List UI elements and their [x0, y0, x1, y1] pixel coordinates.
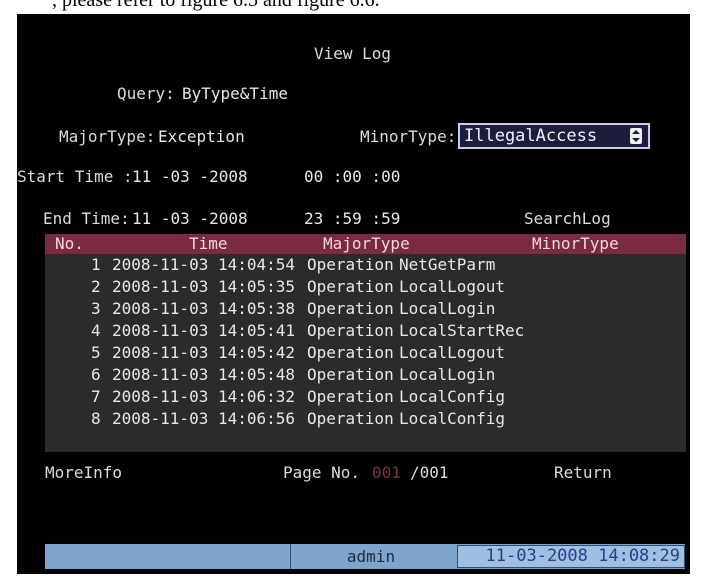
current-user: admin — [346, 547, 396, 566]
start-time-label: Start Time : — [17, 167, 133, 186]
return-button[interactable]: Return — [554, 463, 612, 482]
search-log-button[interactable]: SearchLog — [524, 209, 611, 228]
spinner-icon — [630, 128, 642, 144]
minor-type-select[interactable]: IllegalAccess — [458, 123, 650, 149]
table-row[interactable]: 8 2008-11-03 14:06:56 Operation LocalCon… — [45, 408, 686, 430]
cell-minor-type: LocalConfig — [399, 387, 505, 406]
log-table-body: 1 2008-11-03 14:04:54 Operation NetGetPa… — [45, 254, 686, 452]
cell-minor-type: LocalLogout — [399, 343, 505, 362]
cell-no: 8 — [91, 409, 101, 428]
cell-major-type: Operation — [307, 343, 394, 362]
major-type-value[interactable]: Exception — [158, 127, 245, 146]
major-type-label: MajorType: — [59, 127, 156, 146]
status-bar: admin 11-03-2008 14:08:29 — [45, 544, 685, 569]
cell-minor-type: LocalLogin — [399, 365, 496, 384]
page-title: View Log — [314, 44, 392, 63]
cell-no: 2 — [91, 277, 101, 296]
table-row[interactable]: 7 2008-11-03 14:06:32 Operation LocalCon… — [45, 386, 686, 408]
cell-no: 7 — [91, 387, 101, 406]
minor-type-value: IllegalAccess — [464, 126, 598, 146]
cell-no: 1 — [91, 255, 101, 274]
query-label: Query: — [117, 84, 175, 103]
table-row[interactable]: 4 2008-11-03 14:05:41 Operation LocalSta… — [45, 320, 686, 342]
cell-time: 2008-11-03 14:06:56 — [112, 409, 296, 428]
column-header-major-type: MajorType — [323, 234, 410, 253]
cell-time: 2008-11-03 14:06:32 — [112, 387, 296, 406]
table-row[interactable]: 1 2008-11-03 14:04:54 Operation NetGetPa… — [45, 254, 686, 276]
cell-major-type: Operation — [307, 409, 394, 428]
cell-minor-type: LocalConfig — [399, 409, 505, 428]
column-header-minor-type: MinorType — [532, 234, 619, 253]
page-number-current[interactable]: 001 — [372, 463, 401, 482]
document-caption-strip: , please refer to figure 6.5 and figure … — [0, 0, 703, 14]
cell-minor-type: NetGetParm — [399, 255, 496, 274]
page-number-label: Page No. — [283, 463, 361, 482]
cell-time: 2008-11-03 14:05:42 — [112, 343, 296, 362]
column-header-time: Time — [189, 234, 228, 253]
system-clock: 11-03-2008 14:08:29 — [457, 545, 685, 568]
cell-time: 2008-11-03 14:05:41 — [112, 321, 296, 340]
start-time-field[interactable]: 00 :00 :00 — [304, 167, 400, 186]
cell-minor-type: LocalLogout — [399, 277, 505, 296]
minor-type-label: MinorType: — [360, 127, 457, 146]
end-date-field[interactable]: 11 -03 -2008 — [132, 209, 248, 228]
table-row[interactable]: 6 2008-11-03 14:05:48 Operation LocalLog… — [45, 364, 686, 386]
log-table-header: No. Time MajorType MinorType — [45, 234, 686, 254]
cell-no: 6 — [91, 365, 101, 384]
cell-major-type: Operation — [307, 365, 394, 384]
cell-time: 2008-11-03 14:04:54 — [112, 255, 296, 274]
cell-minor-type: LocalLogin — [399, 299, 496, 318]
cell-major-type: Operation — [307, 255, 394, 274]
document-caption-text: , please refer to figure 6.5 and figure … — [52, 0, 380, 11]
end-time-field[interactable]: 23 :59 :59 — [304, 209, 400, 228]
cell-major-type: Operation — [307, 299, 394, 318]
cell-no: 3 — [91, 299, 101, 318]
cell-major-type: Operation — [307, 277, 394, 296]
page-number-total: /001 — [410, 463, 449, 482]
start-date-field[interactable]: 11 -03 -2008 — [132, 167, 248, 186]
cell-major-type: Operation — [307, 387, 394, 406]
cell-time: 2008-11-03 14:05:48 — [112, 365, 296, 384]
table-row[interactable]: 2 2008-11-03 14:05:35 Operation LocalLog… — [45, 276, 686, 298]
table-row[interactable]: 3 2008-11-03 14:05:38 Operation LocalLog… — [45, 298, 686, 320]
table-row[interactable]: 5 2008-11-03 14:05:42 Operation LocalLog… — [45, 342, 686, 364]
cell-major-type: Operation — [307, 321, 394, 340]
cell-no: 4 — [91, 321, 101, 340]
dvr-screen: View Log Query: ByType&Time MajorType: E… — [17, 14, 690, 574]
cell-no: 5 — [91, 343, 101, 362]
cell-time: 2008-11-03 14:05:35 — [112, 277, 296, 296]
column-header-no: No. — [55, 234, 84, 253]
query-value[interactable]: ByType&Time — [182, 84, 288, 103]
cell-minor-type: LocalStartRec — [399, 321, 525, 340]
end-time-label: End Time: — [43, 209, 130, 228]
more-info-button[interactable]: MoreInfo — [45, 463, 122, 482]
cell-time: 2008-11-03 14:05:38 — [112, 299, 296, 318]
